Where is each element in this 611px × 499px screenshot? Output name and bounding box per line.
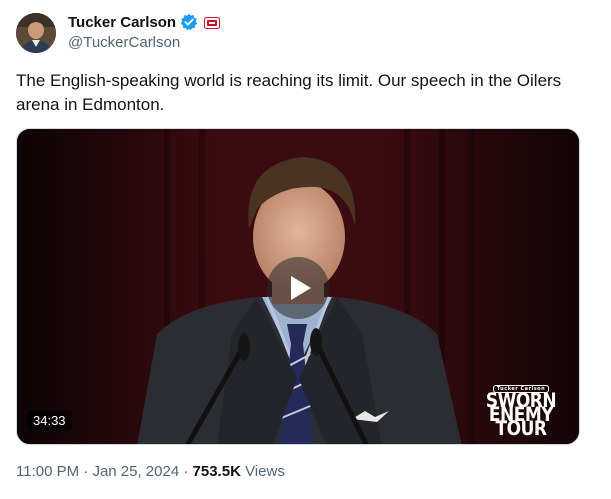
avatar[interactable] xyxy=(16,13,56,53)
views-label: Views xyxy=(240,463,285,480)
meta-separator: · xyxy=(79,463,93,480)
tweet-card: Tucker Carlson @TuckerCarlson The Englis… xyxy=(0,0,611,499)
tweet-date[interactable]: Jan 25, 2024 xyxy=(92,463,179,480)
video-player[interactable]: Tucker Carlson SWORN ENEMY TOUR 34:33 xyxy=(16,128,580,445)
tweet-meta: 11:00 PM · Jan 25, 2024 · 753.5K Views xyxy=(16,463,285,480)
affiliation-badge-icon[interactable] xyxy=(204,16,221,29)
play-icon xyxy=(290,276,311,300)
author-display-name[interactable]: Tucker Carlson xyxy=(68,14,176,31)
author-name-row: Tucker Carlson xyxy=(68,12,221,32)
meta-separator: · xyxy=(179,463,193,480)
video-duration-badge: 34:33 xyxy=(27,410,72,431)
views-count[interactable]: 753.5K xyxy=(193,463,241,480)
tour-logo-line-3: TOUR xyxy=(495,417,547,441)
verified-badge-icon[interactable] xyxy=(180,13,198,31)
tour-logo-overlay: Tucker Carlson SWORN ENEMY TOUR xyxy=(479,375,563,441)
author-handle[interactable]: @TuckerCarlson xyxy=(68,34,180,51)
tweet-text: The English-speaking world is reaching i… xyxy=(16,71,562,114)
tweet-time[interactable]: 11:00 PM xyxy=(16,463,79,480)
play-button[interactable] xyxy=(267,257,329,319)
